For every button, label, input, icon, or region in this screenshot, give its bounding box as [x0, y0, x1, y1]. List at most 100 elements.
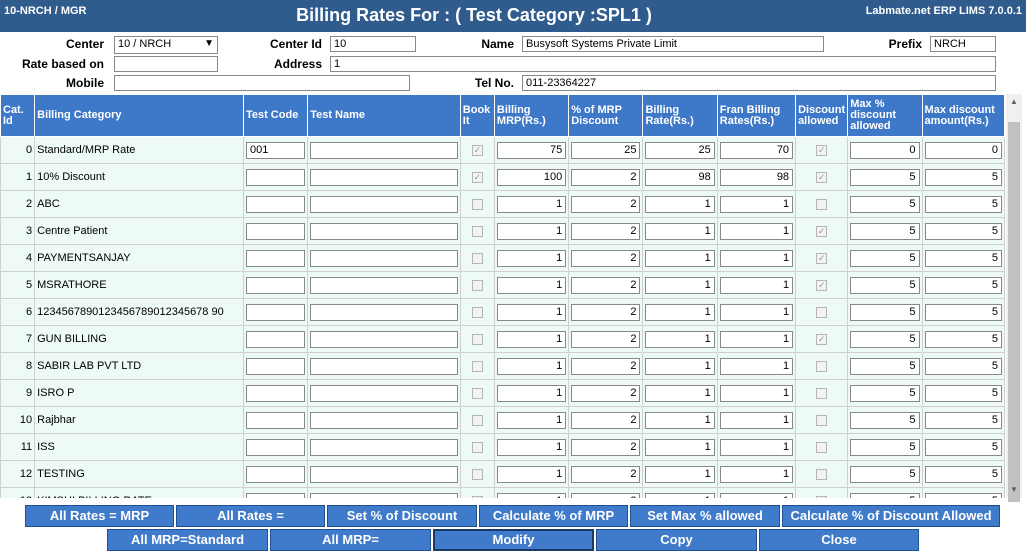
book-it-checkbox[interactable]: ✓	[471, 171, 483, 183]
max-pct-discount-input[interactable]	[850, 195, 920, 213]
all-mrp-button[interactable]: All MRP=	[270, 529, 431, 551]
fran-billing-rate-input[interactable]	[719, 249, 794, 267]
center-id-field[interactable]	[330, 36, 416, 52]
test-name-input[interactable]	[310, 195, 458, 213]
fran-billing-rate-input[interactable]	[719, 222, 794, 240]
book-it-checkbox[interactable]: ✓	[471, 144, 483, 156]
test-code-input[interactable]	[245, 465, 306, 483]
max-pct-discount-input[interactable]	[850, 465, 920, 483]
modify-button[interactable]: Modify	[433, 529, 594, 551]
vertical-scrollbar[interactable]: ▲ ▼	[1006, 94, 1022, 502]
max-pct-discount-input[interactable]	[850, 438, 920, 456]
book-it-checkbox[interactable]	[471, 414, 483, 426]
pct-mrp-discount-input[interactable]	[571, 141, 641, 159]
test-name-input[interactable]	[310, 303, 458, 321]
book-it-checkbox[interactable]	[471, 360, 483, 372]
max-discount-amount-input[interactable]	[924, 357, 1002, 375]
test-name-input[interactable]	[310, 465, 458, 483]
max-discount-amount-input[interactable]	[924, 222, 1002, 240]
test-code-input[interactable]	[245, 303, 306, 321]
billing-rate-input[interactable]	[645, 141, 715, 159]
name-field[interactable]	[522, 36, 824, 52]
discount-allowed-checkbox[interactable]	[816, 360, 828, 372]
max-pct-discount-input[interactable]	[850, 222, 920, 240]
max-pct-discount-input[interactable]	[850, 492, 920, 498]
scroll-up-arrow-icon[interactable]: ▲	[1006, 94, 1022, 110]
test-code-input[interactable]	[245, 411, 306, 429]
max-discount-amount-input[interactable]	[924, 438, 1002, 456]
pct-mrp-discount-input[interactable]	[571, 195, 641, 213]
discount-allowed-checkbox[interactable]: ✓	[816, 171, 828, 183]
fran-billing-rate-input[interactable]	[719, 411, 794, 429]
billing-mrp-input[interactable]	[496, 357, 567, 375]
max-discount-amount-input[interactable]	[924, 465, 1002, 483]
billing-mrp-input[interactable]	[496, 303, 567, 321]
billing-mrp-input[interactable]	[496, 330, 567, 348]
billing-mrp-input[interactable]	[496, 195, 567, 213]
pct-mrp-discount-input[interactable]	[571, 330, 641, 348]
discount-allowed-checkbox[interactable]	[816, 306, 828, 318]
test-code-input[interactable]	[245, 330, 306, 348]
max-discount-amount-input[interactable]	[924, 168, 1002, 186]
pct-mrp-discount-input[interactable]	[571, 357, 641, 375]
test-name-input[interactable]	[310, 492, 458, 498]
discount-allowed-checkbox[interactable]: ✓	[816, 333, 828, 345]
fran-billing-rate-input[interactable]	[719, 438, 794, 456]
billing-rate-input[interactable]	[645, 384, 715, 402]
test-code-input[interactable]	[245, 384, 306, 402]
book-it-checkbox[interactable]	[471, 468, 483, 480]
test-name-input[interactable]	[310, 141, 458, 159]
billing-mrp-input[interactable]	[496, 492, 567, 498]
billing-rate-input[interactable]	[645, 195, 715, 213]
max-pct-discount-input[interactable]	[850, 276, 920, 294]
billing-mrp-input[interactable]	[496, 276, 567, 294]
pct-mrp-discount-input[interactable]	[571, 168, 641, 186]
test-name-input[interactable]	[310, 276, 458, 294]
discount-allowed-checkbox[interactable]	[816, 468, 828, 480]
book-it-checkbox[interactable]	[471, 441, 483, 453]
billing-rate-input[interactable]	[645, 438, 715, 456]
billing-rate-input[interactable]	[645, 465, 715, 483]
test-code-input[interactable]	[245, 195, 306, 213]
test-code-input[interactable]	[245, 492, 306, 498]
copy-button[interactable]: Copy	[596, 529, 757, 551]
test-name-input[interactable]	[310, 438, 458, 456]
scroll-down-arrow-icon[interactable]: ▼	[1006, 482, 1022, 498]
discount-allowed-checkbox[interactable]: ✓	[816, 225, 828, 237]
pct-mrp-discount-input[interactable]	[571, 249, 641, 267]
billing-rate-input[interactable]	[645, 222, 715, 240]
tel-field[interactable]	[522, 75, 996, 91]
book-it-checkbox[interactable]	[471, 333, 483, 345]
fran-billing-rate-input[interactable]	[719, 195, 794, 213]
pct-mrp-discount-input[interactable]	[571, 384, 641, 402]
max-discount-amount-input[interactable]	[924, 276, 1002, 294]
billing-mrp-input[interactable]	[496, 438, 567, 456]
pct-mrp-discount-input[interactable]	[571, 492, 641, 498]
book-it-checkbox[interactable]	[471, 387, 483, 399]
max-discount-amount-input[interactable]	[924, 492, 1002, 498]
billing-rate-input[interactable]	[645, 492, 715, 498]
prefix-field[interactable]	[930, 36, 996, 52]
max-discount-amount-input[interactable]	[924, 303, 1002, 321]
test-name-input[interactable]	[310, 330, 458, 348]
billing-mrp-input[interactable]	[496, 411, 567, 429]
pct-mrp-discount-input[interactable]	[571, 222, 641, 240]
test-code-input[interactable]	[245, 222, 306, 240]
test-code-input[interactable]	[245, 438, 306, 456]
fran-billing-rate-input[interactable]	[719, 276, 794, 294]
discount-allowed-checkbox[interactable]: ✓	[816, 252, 828, 264]
discount-allowed-checkbox[interactable]	[816, 414, 828, 426]
center-select[interactable]: 10 / NRCH ▼	[114, 36, 218, 54]
fran-billing-rate-input[interactable]	[719, 141, 794, 159]
fran-billing-rate-input[interactable]	[719, 465, 794, 483]
billing-mrp-input[interactable]	[496, 465, 567, 483]
set-max-pct-button[interactable]: Set Max % allowed	[630, 505, 780, 527]
max-pct-discount-input[interactable]	[850, 141, 920, 159]
pct-mrp-discount-input[interactable]	[571, 438, 641, 456]
discount-allowed-checkbox[interactable]: ✓	[816, 495, 828, 498]
all-rates-mrp-button[interactable]: All Rates = MRP	[25, 505, 174, 527]
billing-rate-input[interactable]	[645, 330, 715, 348]
billing-rate-input[interactable]	[645, 303, 715, 321]
test-code-input[interactable]	[245, 276, 306, 294]
book-it-checkbox[interactable]	[471, 252, 483, 264]
